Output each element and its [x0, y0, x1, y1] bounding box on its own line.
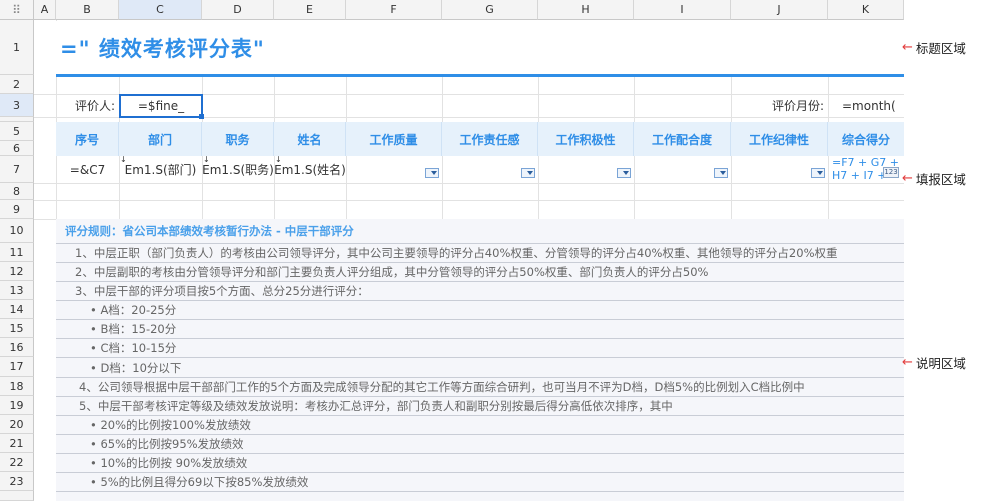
data-post-cell[interactable]: Em1.S(职务): [202, 156, 274, 183]
divider: [56, 338, 904, 339]
row-header-16[interactable]: 16: [0, 338, 34, 357]
report-title-cell[interactable]: =" 绩效考核评分表": [56, 21, 904, 74]
row-header-3[interactable]: 3: [0, 94, 34, 117]
row-header-18[interactable]: 18: [0, 377, 34, 396]
title-underline: [56, 74, 904, 77]
rule-pay-5: • 5%的比例且得分69以下按85%发放绩效: [90, 474, 309, 489]
rule-line-4: 4、公司领导根据中层干部部门工作的5个方面及完成领导分配的其它工作等方面综合研判…: [79, 379, 805, 394]
header-responsibility[interactable]: 工作责任感: [442, 122, 538, 156]
rule-grade-b: • B档：15-20分: [90, 321, 177, 336]
quality-dropdown-icon[interactable]: [425, 168, 439, 178]
divider: [56, 491, 904, 492]
responsibility-dropdown-icon[interactable]: [521, 168, 535, 178]
rule-title: 评分规则：省公司本部绩效考核暂行办法 - 中层干部评分: [65, 223, 354, 238]
divider: [56, 319, 904, 320]
rule-grade-d: • D档：10分以下: [90, 360, 182, 375]
data-name-cell[interactable]: Em1.S(姓名): [274, 156, 346, 183]
row-header-24[interactable]: [0, 491, 34, 501]
header-seq[interactable]: 序号: [56, 122, 119, 156]
header-quality[interactable]: 工作质量: [346, 122, 442, 156]
expand-marker-icon: ↓: [275, 155, 282, 164]
column-header-j[interactable]: J: [731, 0, 828, 20]
rule-line-2: 2、中层副职的考核由分管领导评分和部门主要负责人评分组成，其中分管领导的评分占5…: [75, 264, 709, 279]
discipline-dropdown-icon[interactable]: [811, 168, 825, 178]
header-name[interactable]: 姓名: [274, 122, 346, 156]
row-header-13[interactable]: 13: [0, 281, 34, 300]
rule-grade-a: • A档：20-25分: [90, 302, 177, 317]
expand-marker-icon: ↓: [203, 155, 210, 164]
row-header-12[interactable]: 12: [0, 262, 34, 281]
month-formula-cell[interactable]: =month(: [828, 94, 904, 117]
left-arrow-icon: ←: [902, 171, 913, 186]
expand-marker-icon: ↓: [120, 155, 127, 164]
month-label: 评价月份:: [771, 99, 824, 113]
column-header-c[interactable]: C: [119, 0, 202, 20]
header-discipline[interactable]: 工作纪律性: [731, 122, 828, 156]
column-header-e[interactable]: E: [274, 0, 346, 20]
row-header-11[interactable]: 11: [0, 243, 34, 262]
header-initiative[interactable]: 工作积极性: [538, 122, 634, 156]
evaluator-label: 评价人:: [74, 99, 115, 113]
header-dept[interactable]: 部门: [119, 122, 202, 156]
rule-line-3: 3、中层干部的评分项目按5个方面、总分25分进行评分：: [75, 283, 369, 298]
rule-pay-10: • 10%的比例按 90%发放绩效: [90, 455, 248, 470]
title-region-annotation: ← 标题区域: [902, 38, 966, 57]
column-header-b[interactable]: B: [56, 0, 119, 20]
rule-pay-65: • 65%的比例按95%发放绩效: [90, 436, 244, 451]
row-header-20[interactable]: 20: [0, 415, 34, 434]
row-header-5[interactable]: 5: [0, 122, 34, 141]
row-header-9[interactable]: 9: [0, 200, 34, 219]
row-header-14[interactable]: 14: [0, 300, 34, 319]
select-all-corner[interactable]: ⠿: [0, 0, 34, 20]
column-header-f[interactable]: F: [346, 0, 442, 20]
rule-line-1: 1、中层正职（部门负责人）的考核由公司领导评分，其中公司主要领导的评分占40%权…: [75, 245, 838, 260]
column-header-g[interactable]: G: [442, 0, 538, 20]
row-header-2[interactable]: 2: [0, 75, 34, 94]
column-header-k[interactable]: K: [828, 0, 904, 20]
fill-region-label: 填报区域: [915, 172, 966, 187]
column-header-d[interactable]: D: [202, 0, 274, 20]
fill-handle[interactable]: [199, 114, 204, 119]
row-header-17[interactable]: 17: [0, 357, 34, 377]
rule-line-5: 5、中层干部考核评定等级及绩效发放说明：考核办汇总评分，部门负责人和副职分别按最…: [79, 398, 673, 413]
divider: [56, 357, 904, 358]
header-cooperation[interactable]: 工作配合度: [634, 122, 731, 156]
cooperation-dropdown-icon[interactable]: [714, 168, 728, 178]
initiative-dropdown-icon[interactable]: [617, 168, 631, 178]
row-header-8[interactable]: 8: [0, 183, 34, 200]
number-format-badge-icon[interactable]: 123: [883, 167, 899, 178]
desc-region-annotation: ← 说明区域: [902, 353, 966, 372]
data-seq-cell[interactable]: =&C7: [56, 156, 119, 183]
fill-region-annotation: ← 填报区域: [902, 169, 966, 188]
row-header-10[interactable]: 10: [0, 219, 34, 243]
column-header-i[interactable]: I: [634, 0, 731, 20]
data-dept-cell[interactable]: Em1.S(部门): [119, 156, 202, 183]
row-header-22[interactable]: 22: [0, 453, 34, 472]
title-region-label: 标题区域: [915, 41, 966, 56]
header-post[interactable]: 职务: [202, 122, 274, 156]
row-header-7[interactable]: 7: [0, 156, 34, 183]
row-header-15[interactable]: 15: [0, 319, 34, 338]
row-header-21[interactable]: 21: [0, 434, 34, 453]
grid-line: [34, 183, 904, 184]
row-header-6[interactable]: 6: [0, 141, 34, 156]
row-header-23[interactable]: 23: [0, 472, 34, 491]
header-total[interactable]: 综合得分: [828, 122, 904, 156]
rule-pay-20: • 20%的比例按100%发放绩效: [90, 417, 251, 432]
left-arrow-icon: ←: [902, 40, 913, 55]
evaluator-formula-cell[interactable]: =$fine_: [119, 94, 203, 118]
row-header-1[interactable]: 1: [0, 20, 34, 75]
row-header-19[interactable]: 19: [0, 396, 34, 415]
spreadsheet-grid[interactable]: ⠿ A B C D E F G H I J K 1 2 3 5 6 7 8 9 …: [0, 0, 904, 501]
desc-region-label: 说明区域: [915, 356, 966, 371]
grid-line: [34, 200, 904, 201]
divider: [56, 300, 904, 301]
rule-grade-c: • C档：10-15分: [90, 340, 177, 355]
column-header-a[interactable]: A: [34, 0, 56, 20]
column-header-h[interactable]: H: [538, 0, 634, 20]
left-arrow-icon: ←: [902, 355, 913, 370]
